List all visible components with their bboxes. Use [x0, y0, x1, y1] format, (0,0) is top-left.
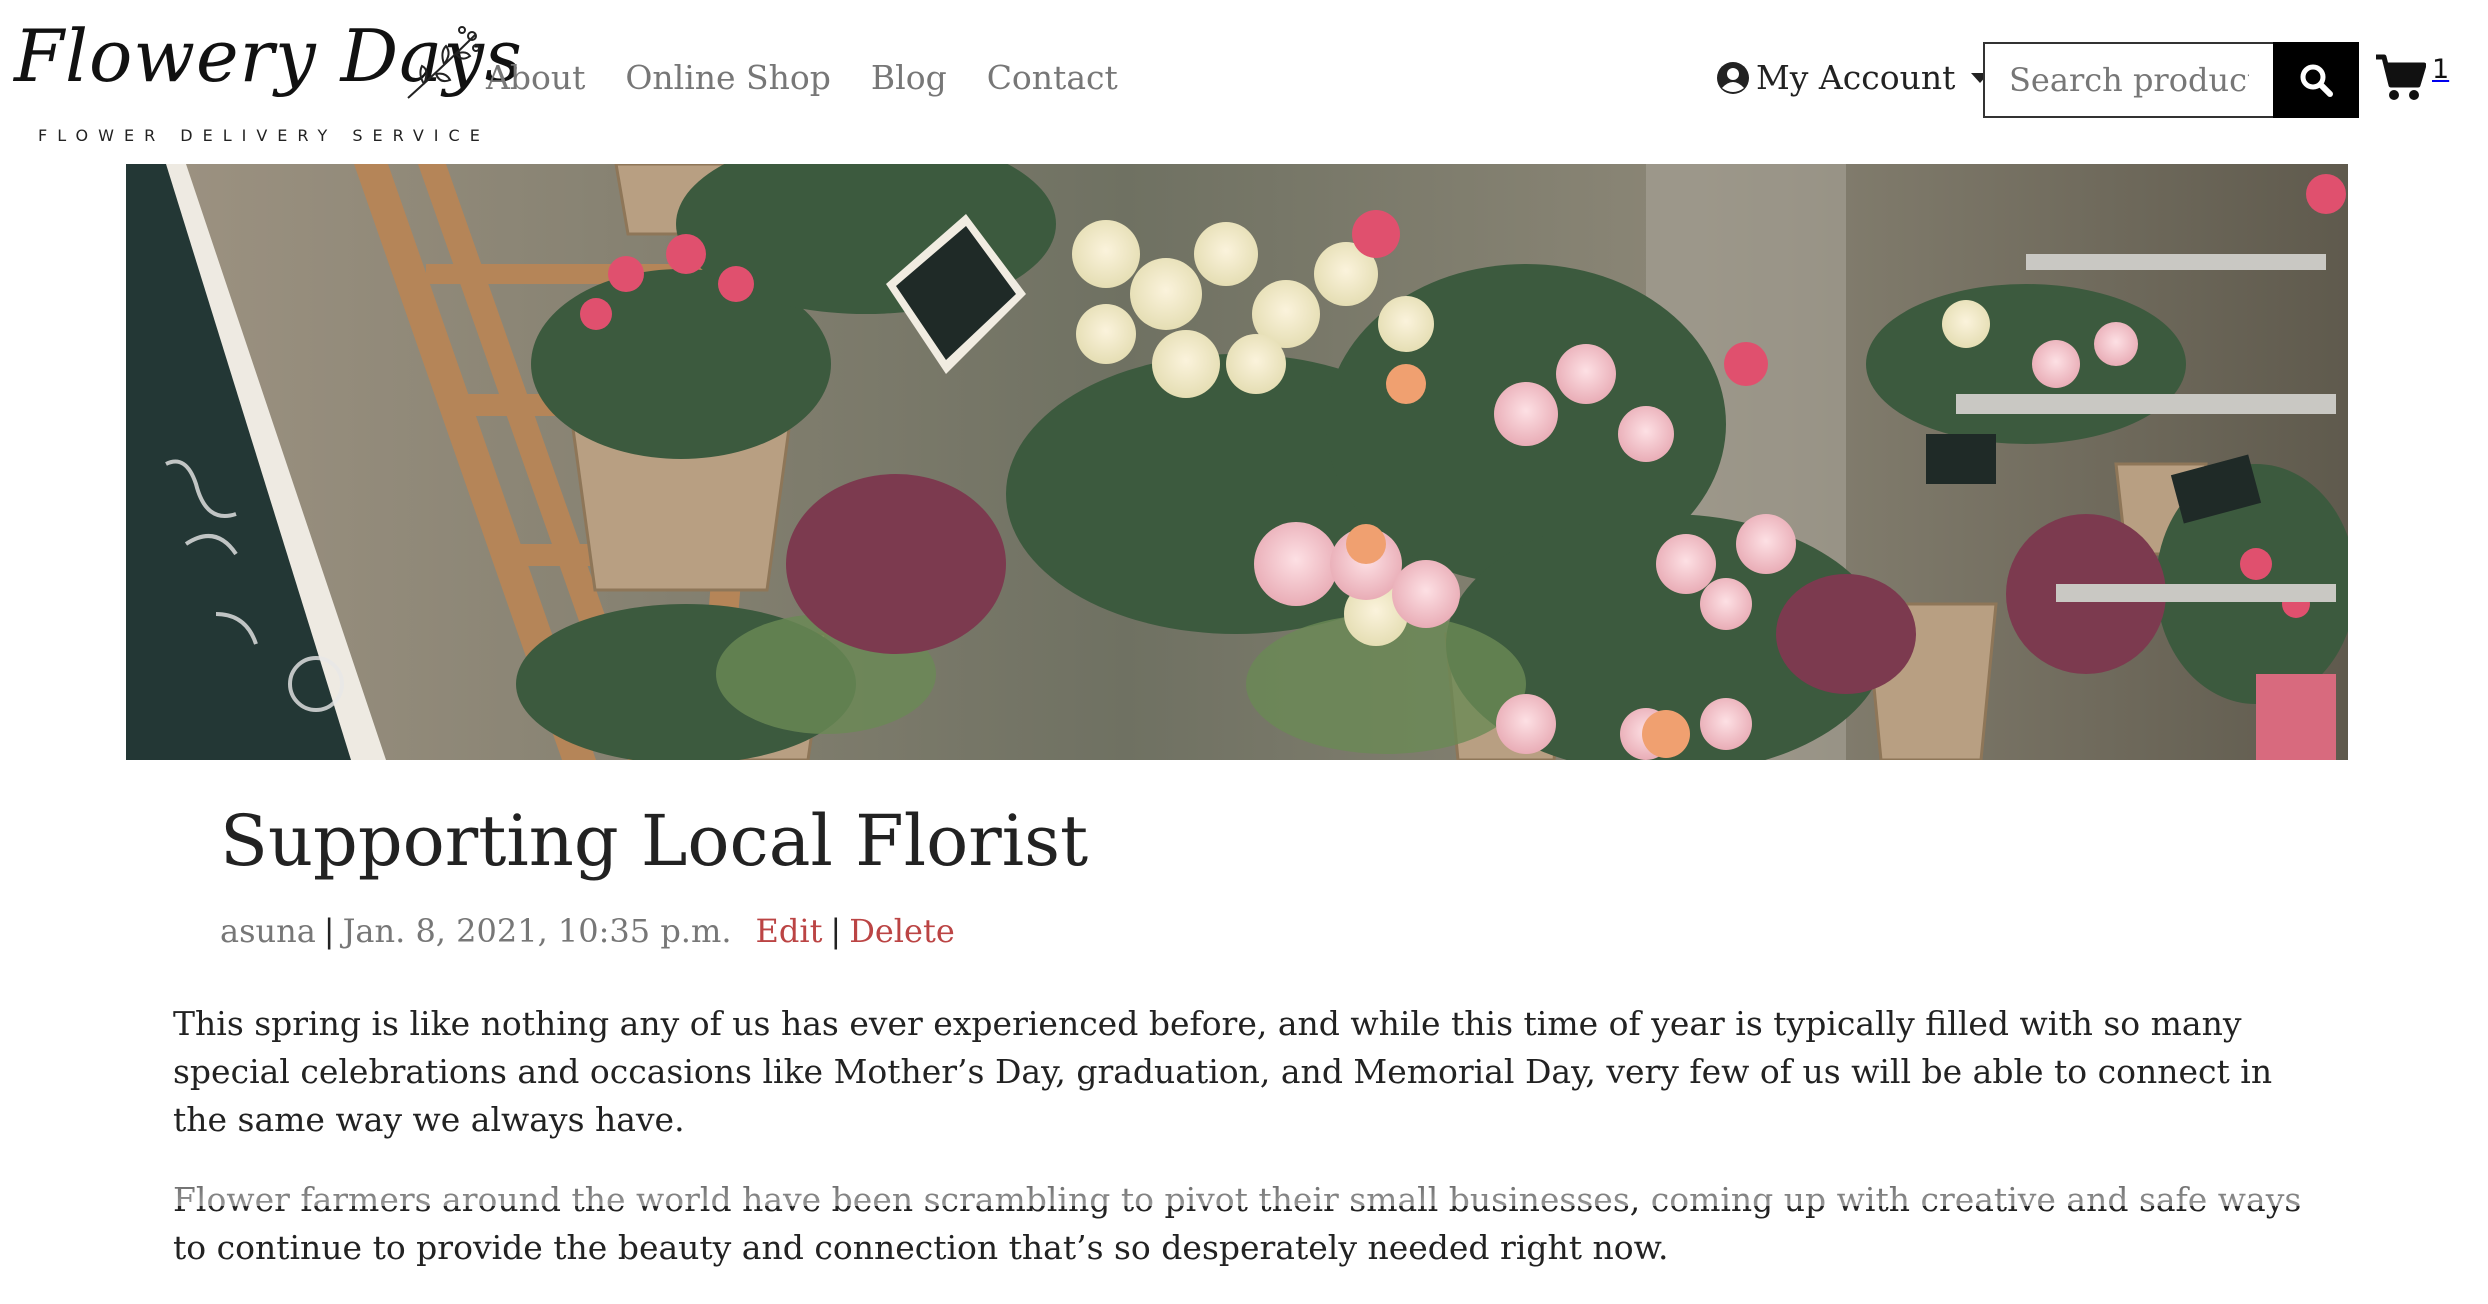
edit-post-link[interactable]: Edit: [755, 912, 822, 950]
post-meta: asuna | Jan. 8, 2021, 10:35 p.m. Edit | …: [220, 912, 955, 950]
flower-branch-icon: [407, 26, 480, 99]
nav-link-online-shop[interactable]: Online Shop: [625, 56, 831, 100]
hero-image: [126, 164, 2348, 760]
nav-link-blog[interactable]: Blog: [871, 56, 947, 100]
meta-separator: |: [830, 912, 842, 950]
main-nav: About Online Shop Blog Contact: [486, 56, 1118, 100]
search-icon: [2300, 64, 2333, 97]
search-form: [1983, 42, 2359, 118]
brand-tagline: FLOWER DELIVERY SERVICE: [38, 126, 490, 145]
meta-separator: |: [323, 912, 335, 950]
post-title: Supporting Local Florist: [220, 800, 1089, 882]
search-input[interactable]: [1983, 42, 2273, 118]
navbar: Flowery Days FLOWER DELIVERY SERVICE Abo…: [0, 0, 2488, 164]
nav-link-about[interactable]: About: [486, 56, 585, 100]
post-date: Jan. 8, 2021, 10:35 p.m.: [342, 912, 732, 950]
post-author: asuna: [220, 912, 316, 950]
delete-post-link[interactable]: Delete: [849, 912, 955, 950]
nav-link-contact[interactable]: Contact: [987, 56, 1118, 100]
cart-link[interactable]: 1: [2374, 52, 2449, 102]
florist-shop-photo: [126, 164, 2348, 760]
my-account-label: My Account: [1756, 58, 1956, 97]
scroll-fade: [0, 1150, 2488, 1206]
my-account-dropdown[interactable]: My Account: [1716, 56, 1990, 100]
user-circle-icon: [1717, 62, 1749, 94]
brand-logo[interactable]: Flowery Days FLOWER DELIVERY SERVICE: [10, 14, 522, 154]
cart-count-badge: 1: [2432, 54, 2450, 85]
post-paragraph: This spring is like nothing any of us ha…: [173, 1004, 2273, 1139]
search-button[interactable]: [2273, 42, 2359, 118]
shopping-cart-icon: [2376, 54, 2426, 100]
